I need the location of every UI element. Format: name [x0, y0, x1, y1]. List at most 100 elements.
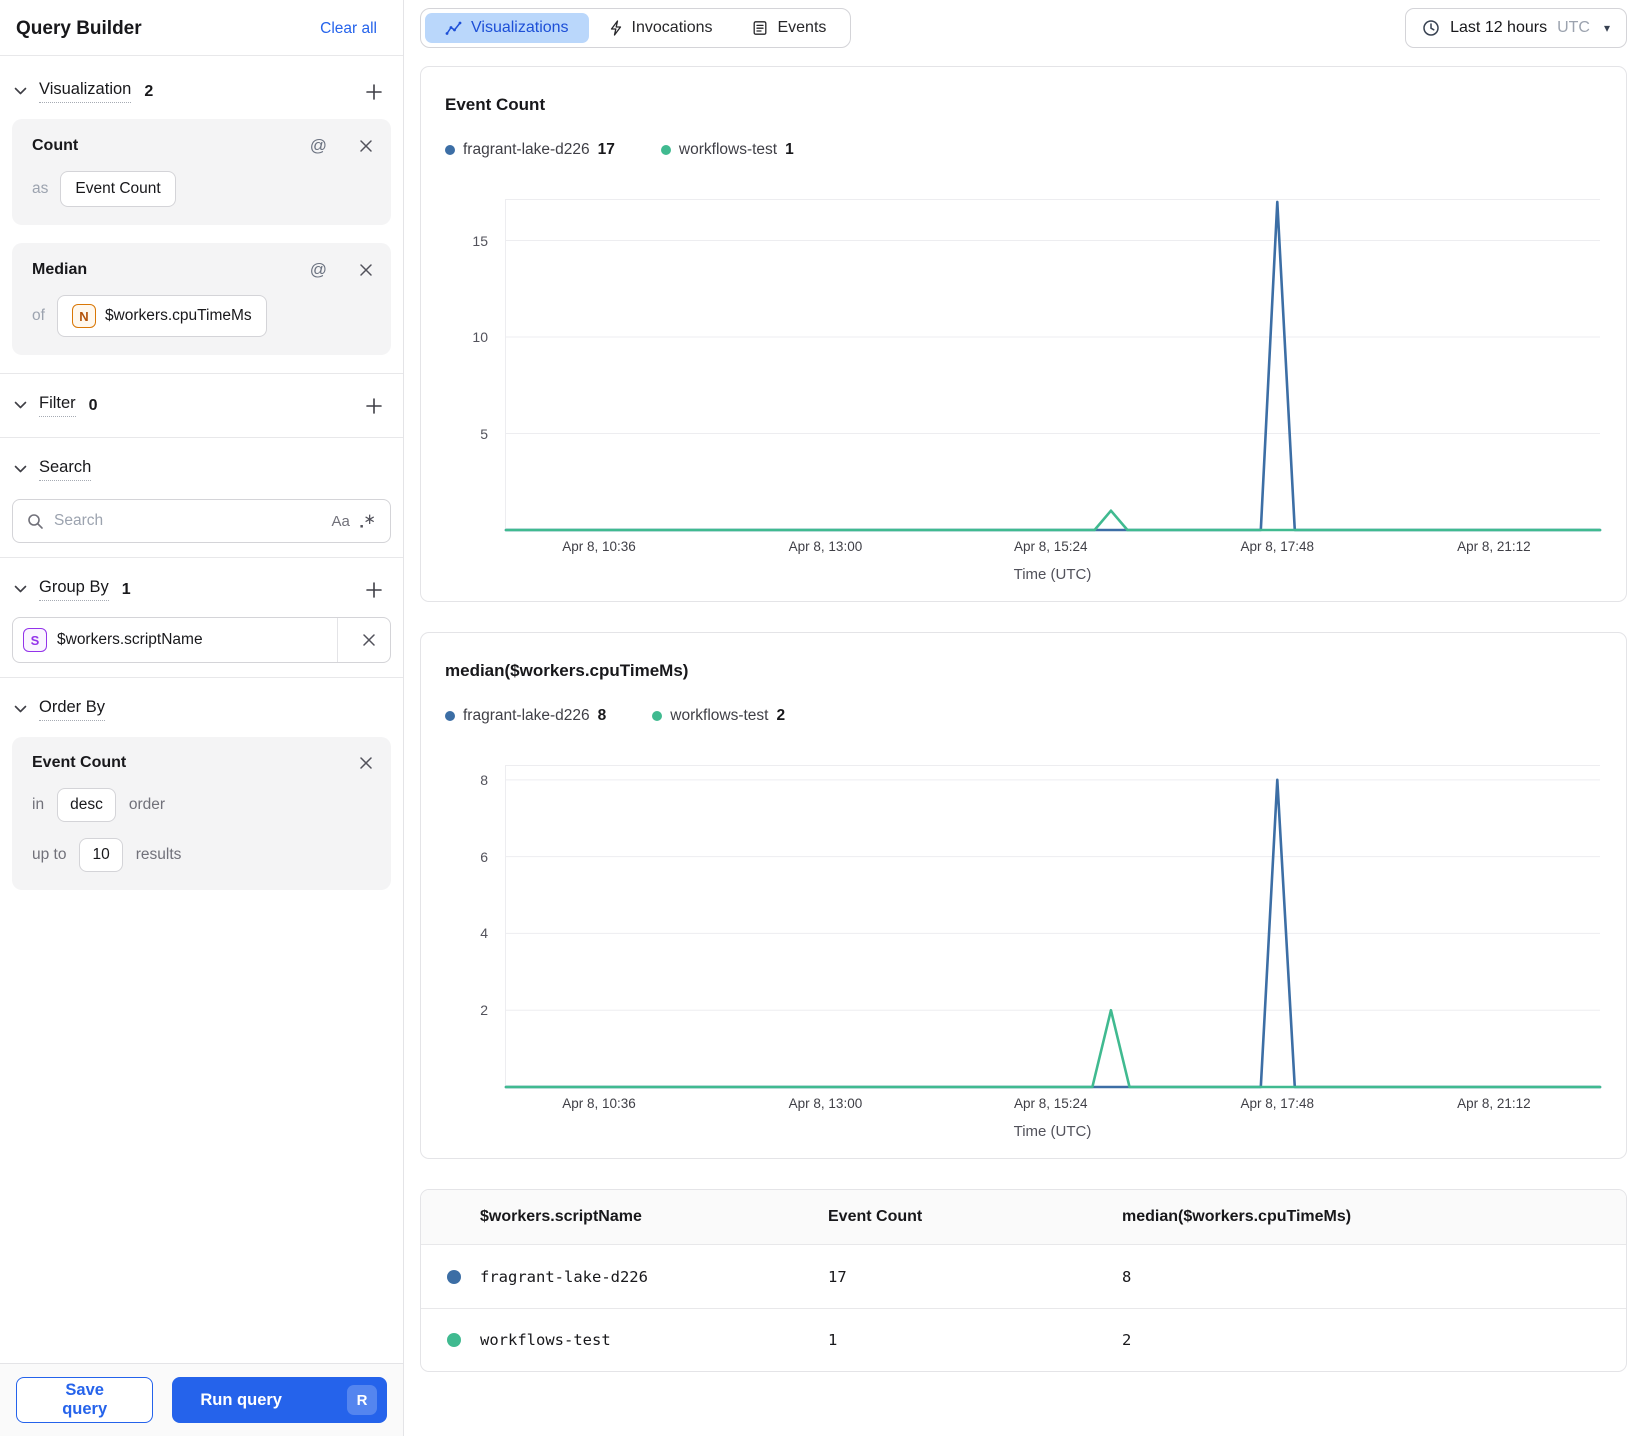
legend-series-value: 2 — [776, 707, 786, 724]
line-chart-icon — [445, 21, 462, 35]
visualization-card-title: Count — [32, 137, 79, 154]
y-axis-tick-label: 2 — [480, 1002, 488, 1019]
run-query-shortcut: R — [347, 1385, 377, 1415]
regex-icon[interactable]: ▪∗ — [360, 510, 376, 533]
close-icon[interactable] — [357, 261, 375, 279]
table-row[interactable]: fragrant-lake-d226 17 8 — [421, 1245, 1626, 1308]
search-section-label: Search — [39, 458, 92, 481]
cell-median: 8 — [1122, 1267, 1132, 1286]
lightning-icon — [610, 20, 621, 36]
x-axis-tick-label: Apr 8, 21:12 — [1457, 539, 1531, 554]
group-by-item[interactable]: S $workers.scriptName — [12, 617, 391, 663]
search-box: Aa ▪∗ — [12, 499, 391, 543]
legend-dot — [445, 711, 455, 721]
chevron-down-icon[interactable] — [12, 401, 28, 410]
clock-icon — [1423, 20, 1439, 36]
plot-area: 5 10 15 Apr 8, 10:36 Apr 8, 13:00 Apr 8, 15:2… — [472, 199, 1600, 554]
case-sensitivity-icon[interactable]: Aa — [332, 513, 350, 530]
chevron-down-icon[interactable] — [12, 87, 28, 96]
table-header-row: $workers.scriptName Event Count median($… — [421, 1190, 1626, 1245]
tab-visualizations[interactable]: Visualizations — [425, 13, 589, 43]
mention-icon[interactable]: @ — [310, 260, 327, 280]
cell-event-count: 1 — [828, 1331, 838, 1349]
panel-footer: Save query Run query R — [0, 1363, 403, 1436]
add-filter-button[interactable] — [363, 395, 385, 417]
chart-title: median($workers.cpuTimeMs) — [445, 661, 689, 680]
cell-script-name: fragrant-lake-d226 — [480, 1267, 648, 1286]
filter-section-header: Filter 0 — [12, 382, 391, 429]
order-by-card: Event Count in desc order up to 10 resul… — [12, 737, 391, 890]
y-axis-tick-label: 5 — [480, 425, 488, 442]
cell-median: 2 — [1122, 1331, 1132, 1349]
add-group-by-button[interactable] — [363, 579, 385, 601]
number-type-icon: N — [71, 304, 96, 328]
median-field-value: $workers.cpuTimeMs — [104, 307, 252, 324]
results-table: $workers.scriptName Event Count median($… — [420, 1189, 1627, 1372]
table-header-median: median($workers.cpuTimeMs) — [1122, 1208, 1352, 1225]
view-tabs: Visualizations Invocations Events — [420, 8, 852, 48]
legend-series-name: workflows-test — [678, 141, 778, 158]
search-input[interactable] — [54, 512, 322, 530]
in-label: in — [32, 796, 45, 813]
x-axis-tick-label: Apr 8, 17:48 — [1240, 1096, 1315, 1111]
chevron-down-icon: ▾ — [1603, 21, 1610, 35]
search-icon — [28, 513, 43, 529]
plot-area: 2 4 6 8 Apr 8, 10:36 Apr 8, 13:00 Apr 8, 15:24… — [480, 765, 1600, 1111]
timezone-label: UTC — [1557, 19, 1590, 36]
main-content: Visualizations Invocations Events Last 1… — [404, 0, 1640, 1436]
tab-events[interactable]: Events — [732, 13, 846, 43]
query-builder-panel: Query Builder Clear all Visualization 2 … — [0, 0, 404, 1436]
median-field-selector[interactable]: N $workers.cpuTimeMs — [56, 295, 267, 337]
clear-all-link[interactable]: Clear all — [320, 20, 377, 38]
table-header-event-count: Event Count — [828, 1208, 923, 1225]
close-icon[interactable] — [357, 137, 375, 155]
order-by-section-label: Order By — [39, 698, 106, 721]
x-axis-tick-label: Apr 8, 15:24 — [1014, 539, 1088, 554]
remove-group-by-icon[interactable] — [348, 618, 390, 662]
divider — [0, 677, 403, 678]
median-cpu-chart-card: median($workers.cpuTimeMs) fragrant-lake… — [420, 632, 1627, 1159]
visualization-card-count: Count @ as Event Count — [12, 119, 391, 225]
series-color-dot — [447, 1269, 461, 1284]
legend-item[interactable]: workflows-test 2 — [652, 707, 785, 725]
panel-title: Query Builder — [16, 18, 142, 39]
cell-event-count: 17 — [828, 1267, 847, 1286]
legend-series-name: fragrant-lake-d226 — [463, 141, 590, 158]
run-query-button[interactable]: Run query R — [172, 1377, 387, 1423]
add-visualization-button[interactable] — [363, 81, 385, 103]
mention-icon[interactable]: @ — [310, 136, 327, 156]
tab-invocations[interactable]: Invocations — [589, 13, 733, 43]
legend-item[interactable]: fragrant-lake-d226 17 — [445, 141, 615, 159]
table-row[interactable]: workflows-test 1 2 — [421, 1308, 1626, 1371]
legend-series-name: fragrant-lake-d226 — [463, 707, 590, 724]
legend-dot — [652, 711, 663, 721]
divider — [0, 557, 403, 558]
events-list-icon — [754, 21, 767, 35]
chevron-down-icon[interactable] — [12, 465, 28, 474]
legend-item[interactable]: fragrant-lake-d226 8 — [445, 707, 606, 725]
event-count-chart-card: Event Count fragrant-lake-d226 17 workflow… — [420, 66, 1627, 602]
legend-item[interactable]: workflows-test 1 — [660, 141, 794, 159]
x-axis-tick-label: Apr 8, 13:00 — [788, 1096, 863, 1111]
y-axis-tick-label: 4 — [480, 925, 488, 942]
divider — [0, 373, 403, 374]
legend-series-name: workflows-test — [670, 707, 769, 724]
visualization-count: 2 — [144, 82, 154, 100]
result-limit-field[interactable]: 10 — [79, 838, 123, 872]
chart-title: Event Count — [445, 95, 546, 114]
order-label: order — [128, 796, 166, 813]
save-query-button[interactable]: Save query — [16, 1377, 154, 1423]
main-toolbar: Visualizations Invocations Events Last 1… — [420, 8, 1627, 48]
group-by-section-header: Group By 1 — [12, 566, 391, 613]
chevron-down-icon[interactable] — [12, 585, 28, 594]
results-label: results — [135, 846, 182, 863]
series-color-dot — [447, 1333, 461, 1347]
run-query-label: Run query — [200, 1390, 282, 1409]
visualization-alias-field[interactable]: Event Count — [60, 171, 176, 207]
time-range-selector[interactable]: Last 12 hours UTC ▾ — [1405, 8, 1627, 48]
app: Query Builder Clear all Visualization 2 … — [0, 0, 1640, 1436]
sort-direction-selector[interactable]: desc — [57, 788, 116, 822]
chevron-down-icon[interactable] — [12, 705, 28, 714]
close-icon[interactable] — [357, 754, 375, 772]
order-by-section-header: Order By — [12, 686, 391, 733]
